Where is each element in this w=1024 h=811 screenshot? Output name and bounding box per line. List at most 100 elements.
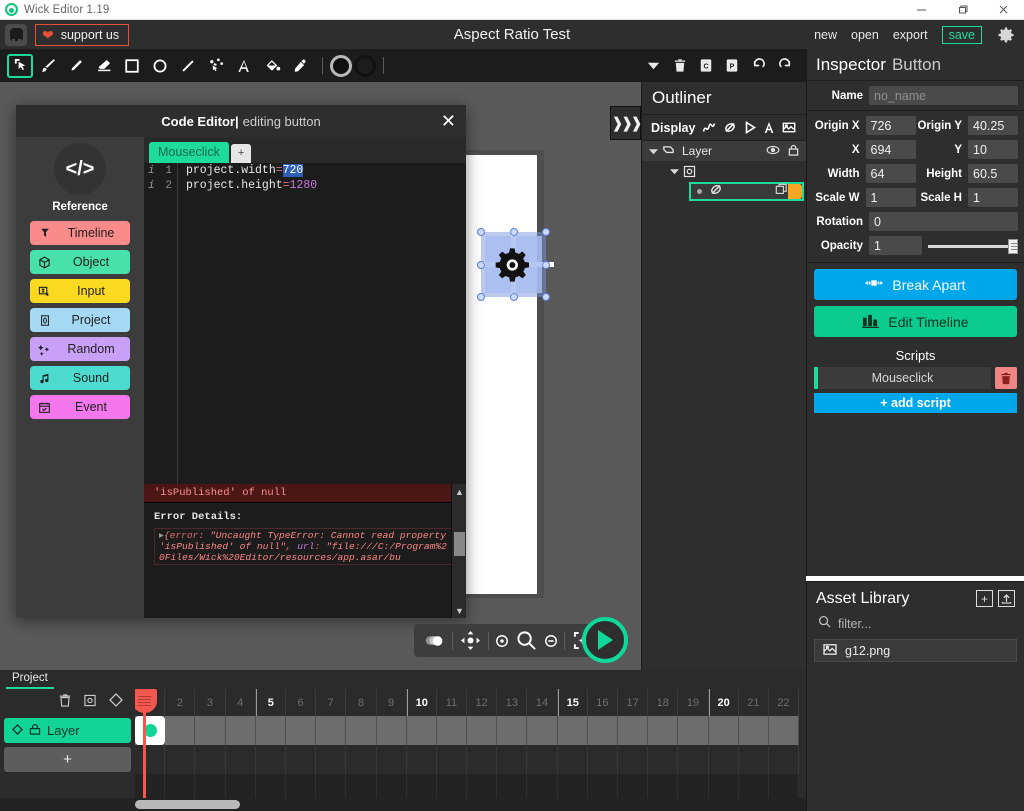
undo-icon[interactable] <box>751 58 766 73</box>
tab-mouseclick[interactable]: Mouseclick <box>149 142 229 163</box>
tool-fill-bucket[interactable] <box>259 54 285 78</box>
console-scroll-thumb[interactable] <box>454 532 465 556</box>
origin-y-field[interactable]: 40.25 <box>968 116 1018 135</box>
menu-export[interactable]: export <box>893 28 928 42</box>
tab-add-script[interactable]: + <box>230 144 252 163</box>
path-icon[interactable] <box>702 121 716 134</box>
diamond-icon[interactable] <box>12 723 23 738</box>
tool-pencil[interactable] <box>63 54 89 78</box>
reference-item-input[interactable]: Input <box>30 279 130 303</box>
frame-number-15[interactable]: 15 <box>557 689 588 716</box>
play-icon[interactable] <box>744 121 757 134</box>
timeline-track-row[interactable] <box>135 716 806 745</box>
outliner-selected-item[interactable] <box>689 181 804 201</box>
tool-eyedropper[interactable] <box>287 54 313 78</box>
zoom-out-icon[interactable] <box>541 627 561 654</box>
resize-handle-se[interactable] <box>542 293 550 301</box>
opacity-field[interactable]: 1 <box>869 236 922 255</box>
trash-icon[interactable] <box>58 693 72 713</box>
error-details-text[interactable]: ▸{error: "Uncaught TypeError: Cannot rea… <box>154 528 456 565</box>
eye-icon[interactable] <box>766 144 780 159</box>
add-asset-button[interactable]: + <box>976 590 993 607</box>
menu-new[interactable]: new <box>814 28 837 42</box>
frame-number-13[interactable]: 13 <box>497 689 528 716</box>
outliner-shape-row[interactable] <box>642 181 806 201</box>
frame-number-11[interactable]: 11 <box>437 689 468 716</box>
timeline-frames-area[interactable]: 2 3 4 5 6 7 8 9 10 11 12 13 14 15 16 17 <box>135 689 806 811</box>
scale-h-field[interactable]: 1 <box>968 188 1018 207</box>
frame-number-9[interactable]: 9 <box>377 689 407 716</box>
lock-icon[interactable] <box>29 723 41 738</box>
pan-icon[interactable] <box>456 627 485 654</box>
fill-color-swatch[interactable] <box>330 54 352 77</box>
upload-asset-button[interactable] <box>998 590 1015 607</box>
asset-item[interactable]: g12.png <box>814 639 1017 662</box>
frame-number-6[interactable]: 6 <box>286 689 317 716</box>
timeline-layer-row[interactable]: Layer <box>4 718 131 743</box>
y-field[interactable]: 10 <box>968 140 1018 159</box>
rotation-field[interactable]: 0 <box>869 212 1018 231</box>
menu-save[interactable]: save <box>941 25 982 44</box>
resize-handle-w[interactable] <box>477 260 485 269</box>
reference-item-project[interactable]: Project <box>30 308 130 332</box>
delete-script-button[interactable] <box>995 367 1017 389</box>
frame-number-22[interactable]: 22 <box>769 689 800 716</box>
tool-brush[interactable] <box>35 54 61 78</box>
add-script-button[interactable]: + add script <box>814 393 1017 413</box>
opacity-knob[interactable] <box>1008 238 1018 254</box>
reference-item-timeline[interactable]: Timeline <box>30 221 130 245</box>
minimize-icon[interactable] <box>901 0 942 20</box>
opacity-slider[interactable] <box>928 238 1018 254</box>
close-icon[interactable]: ✕ <box>441 112 456 130</box>
text-icon[interactable] <box>763 121 775 134</box>
timeline-keyframe[interactable] <box>135 716 165 745</box>
tool-path[interactable] <box>203 54 229 78</box>
frame-number-20[interactable]: 20 <box>708 689 739 716</box>
timeline-track-row-empty[interactable] <box>135 745 806 774</box>
scroll-down-icon[interactable]: ▼ <box>452 603 467 618</box>
chevron-down-icon[interactable] <box>649 147 662 156</box>
stroke-color-swatch[interactable] <box>354 54 376 77</box>
script-item-mouseclick[interactable]: Mouseclick <box>814 367 991 389</box>
chevron-down-icon[interactable] <box>670 167 683 176</box>
copy-icon[interactable]: C <box>699 58 713 73</box>
outliner-clip-row[interactable] <box>642 161 806 181</box>
trash-icon[interactable] <box>673 58 687 73</box>
frame-number-21[interactable]: 21 <box>739 689 769 716</box>
height-field[interactable]: 60.5 <box>968 164 1018 183</box>
scroll-up-icon[interactable]: ▲ <box>452 484 467 499</box>
asset-filter-input[interactable]: filter... <box>838 617 871 631</box>
lock-icon[interactable] <box>788 144 799 159</box>
name-field[interactable]: no_name <box>869 86 1018 105</box>
tool-eraser[interactable] <box>91 54 117 78</box>
frame-number-16[interactable]: 16 <box>588 689 618 716</box>
edit-timeline-button[interactable]: Edit Timeline <box>814 306 1017 337</box>
support-us-button[interactable]: ❤ support us <box>35 23 130 46</box>
play-button[interactable] <box>582 617 628 663</box>
timeline-frame-ruler[interactable]: 2 3 4 5 6 7 8 9 10 11 12 13 14 15 16 17 <box>135 689 806 716</box>
close-icon[interactable] <box>983 0 1024 20</box>
menu-open[interactable]: open <box>851 28 879 42</box>
timeline-scroll-thumb[interactable] <box>135 800 240 809</box>
reference-item-object[interactable]: Object <box>30 250 130 274</box>
settings-gear-icon[interactable] <box>996 25 1016 45</box>
frame-number-10[interactable]: 10 <box>406 689 437 716</box>
resize-handle-ne[interactable] <box>542 228 550 236</box>
timeline-playhead[interactable] <box>135 689 157 798</box>
frame-number-8[interactable]: 8 <box>346 689 377 716</box>
reference-item-random[interactable]: Random <box>30 337 130 361</box>
reference-item-sound[interactable]: Sound <box>30 366 130 390</box>
resize-handle-sw[interactable] <box>477 293 485 301</box>
resize-handle-nw[interactable] <box>477 228 485 236</box>
break-apart-button[interactable]: Break Apart <box>814 269 1017 300</box>
asset-filter-row[interactable]: filter... <box>807 615 1024 637</box>
maximize-icon[interactable] <box>942 0 983 20</box>
frame-number-19[interactable]: 19 <box>678 689 709 716</box>
reference-item-event[interactable]: Event <box>30 395 130 419</box>
frame-number-7[interactable]: 7 <box>316 689 347 716</box>
frame-number-12[interactable]: 12 <box>467 689 498 716</box>
image-icon[interactable] <box>782 121 796 134</box>
diamond-icon[interactable] <box>108 692 124 713</box>
wick-logo-icon[interactable] <box>5 23 27 46</box>
project-stage[interactable] <box>459 155 537 594</box>
